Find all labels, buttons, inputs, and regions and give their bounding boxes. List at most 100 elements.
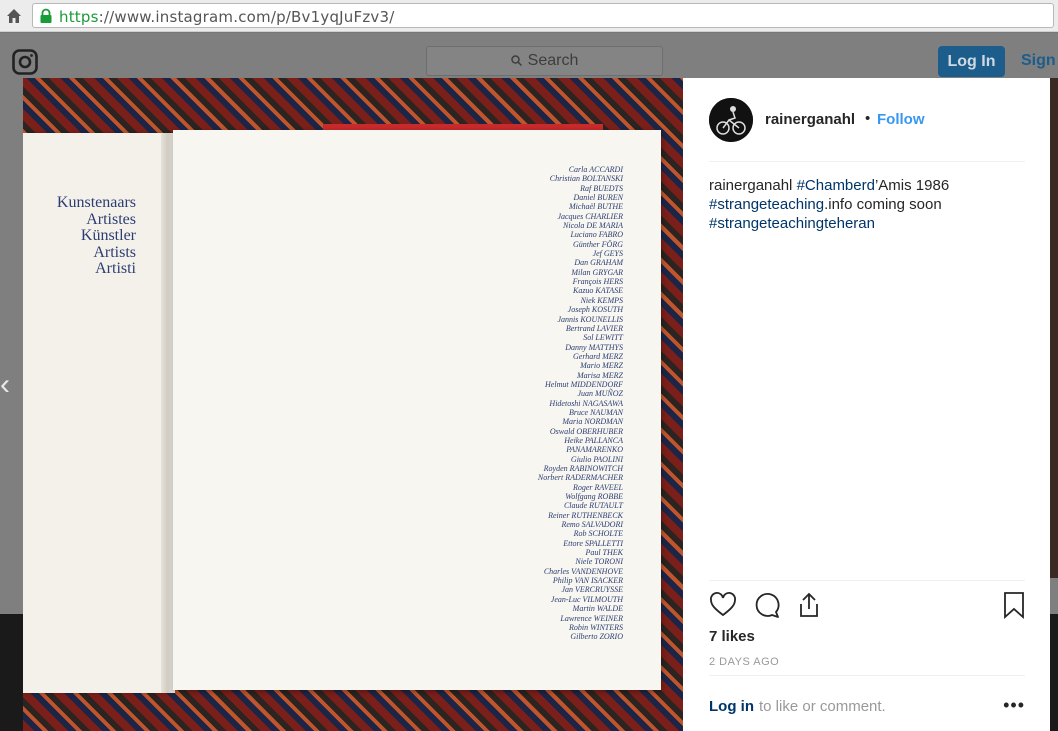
artist-name: Oswald OBERHUBER xyxy=(549,426,623,436)
follow-button[interactable]: Follow xyxy=(877,111,925,128)
artist-name: Niek KEMPS xyxy=(580,295,623,305)
artist-name: Sol LEWITT xyxy=(583,333,623,343)
artist-name: Jannis KOUNELLIS xyxy=(557,314,623,324)
artist-name: Lawrence WEINER xyxy=(560,613,623,623)
book-left-page: Kunstenaars Artistes Künstler Artists Ar… xyxy=(23,133,173,693)
artist-name: Wolfgang ROBBE xyxy=(565,492,623,502)
artist-name: Jef GEYS xyxy=(592,249,623,259)
artist-name: Reiner RUTHENBECK xyxy=(548,510,623,520)
artist-name: Joseph KOSUTH xyxy=(567,305,623,315)
artist-name: Christian BOLTANSKI xyxy=(549,174,623,184)
language-line: Artisti xyxy=(95,260,136,277)
more-options-icon[interactable]: ••• xyxy=(1003,695,1025,716)
artist-name: Norbert RADERMACHER xyxy=(537,473,623,483)
post-header: rainerganahl • Follow xyxy=(709,96,1025,162)
artist-list: Carla ACCARDI Christian BOLTANSKI Raf BUED… xyxy=(463,165,623,642)
login-prompt: Log in to like or comment. ••• xyxy=(709,675,1025,731)
login-prompt-text: to like or comment. xyxy=(759,698,886,715)
artist-name: Raf BUEDTS xyxy=(580,183,623,193)
artist-name: Daniel BUREN xyxy=(573,193,623,203)
search-icon xyxy=(510,55,522,66)
artist-name: Paul THEK xyxy=(585,548,623,558)
address-bar[interactable]: https://www.instagram.com/p/Bv1yqJuFzv3/ xyxy=(32,3,1054,28)
artist-name: Bruce NAUMAN xyxy=(569,407,623,417)
url-scheme: https xyxy=(59,8,99,26)
language-line: Künstler xyxy=(80,227,136,244)
artist-name: Royden RABINOWITCH xyxy=(543,464,623,473)
language-line: Artistes xyxy=(86,210,136,228)
hashtag-link[interactable]: #Chamberd xyxy=(797,177,875,194)
login-link[interactable]: Log in xyxy=(709,698,754,715)
artist-name: Philip VAN ISACKER xyxy=(552,576,623,586)
artist-name: Ettore SPALLETTI xyxy=(563,538,623,548)
artist-name: PANAMARENKO xyxy=(566,445,623,455)
home-icon[interactable] xyxy=(4,6,24,26)
artist-name: François HERS xyxy=(572,277,623,287)
url-text: https://www.instagram.com/p/Bv1yqJuFzv3/ xyxy=(59,8,394,26)
artist-name: Heike PALLANCA xyxy=(564,435,623,445)
separator-dot: • xyxy=(865,110,871,127)
artist-name: Juan MUÑOZ xyxy=(577,389,623,399)
language-line: Kunstenaars xyxy=(56,194,136,211)
artist-name: Helmut MIDDENDORF xyxy=(545,379,623,389)
hashtag-link[interactable]: #strangeteaching xyxy=(709,196,824,213)
browser-toolbar: https://www.instagram.com/p/Bv1yqJuFzv3/ xyxy=(0,0,1058,32)
hashtag-link[interactable]: #strangeteachingteheran xyxy=(709,215,875,232)
likes-count[interactable]: 7 likes xyxy=(709,628,755,645)
share-icon[interactable] xyxy=(795,591,823,619)
lock-icon xyxy=(40,8,52,23)
caption-text: ’Amis 1986 xyxy=(874,177,950,194)
artist-name: Carla ACCARDI xyxy=(568,165,623,174)
search-placeholder: Search xyxy=(527,52,579,69)
username-link[interactable]: rainerganahl xyxy=(765,111,855,128)
post-photo[interactable]: Kunstenaars Artistes Künstler Artists Ar… xyxy=(23,78,683,731)
artist-name: Jacques CHARLIER xyxy=(557,211,623,221)
cyclist-avatar-icon xyxy=(709,98,753,142)
url-path: ://www.instagram.com/p/Bv1yqJuFzv3/ xyxy=(98,8,395,26)
artist-name: Giulio PAOLINI xyxy=(570,454,623,464)
artist-name: Bertrand LAVIER xyxy=(565,323,623,333)
search-input[interactable]: Search xyxy=(426,46,663,76)
artist-name: Roger RAVEEL xyxy=(572,482,623,492)
artist-name: Michaël BUTHE xyxy=(569,202,623,212)
artist-name: Nicola DE MARIA xyxy=(563,221,623,231)
artist-name: Rob SCHOLTE xyxy=(573,529,623,539)
artist-name: Milan GRYGAR xyxy=(571,267,623,277)
language-line: Artists xyxy=(93,243,136,261)
login-button[interactable]: Log In xyxy=(938,46,1005,77)
artist-name: Claude RUTAULT xyxy=(563,501,623,511)
artist-name: Marisa MERZ xyxy=(577,370,623,380)
avatar[interactable] xyxy=(709,98,753,142)
artist-name: Jan VERCRUYSSE xyxy=(561,585,623,595)
post-caption: rainerganahl #Chamberd’Amis 1986 #strang… xyxy=(709,176,1025,233)
artist-name: Dan GRAHAM xyxy=(574,258,623,268)
instagram-logo-icon[interactable] xyxy=(12,49,38,75)
prev-arrow-icon[interactable]: ‹ xyxy=(0,370,20,400)
artist-name: Hidetoshi NAGASAWA xyxy=(549,398,623,408)
artist-name: Günther FÖRG xyxy=(573,239,623,249)
heart-icon[interactable] xyxy=(709,591,737,619)
artist-name: Luciano FABRO xyxy=(570,230,623,240)
caption-text: .info coming soon xyxy=(824,196,942,213)
artist-name: Charles VANDENHOVE xyxy=(543,566,623,576)
artist-name: Martin WALDE xyxy=(572,604,623,614)
artist-name: Mario MERZ xyxy=(580,361,623,371)
artist-name: Remo SALVADORI xyxy=(561,520,623,530)
post-date[interactable]: 2 DAYS AGO xyxy=(709,656,779,668)
next-post-peek xyxy=(1050,78,1058,578)
artist-name: Robin WINTERS xyxy=(569,622,623,632)
comment-icon[interactable] xyxy=(752,591,780,619)
artist-name: Gerhard MERZ xyxy=(573,351,623,361)
signup-link[interactable]: Sign xyxy=(1021,52,1056,70)
languages-heading: Kunstenaars Artistes Künstler Artists Ar… xyxy=(48,194,136,278)
artist-name: Kazuo KATASE xyxy=(572,286,623,296)
post-modal: Kunstenaars Artistes Künstler Artists Ar… xyxy=(23,78,1050,731)
artist-name: Gilberto ZORIO xyxy=(570,632,623,642)
post-sidebar: rainerganahl • Follow rainerganahl #Cham… xyxy=(683,78,1050,731)
artist-name: Jean-Luc VILMOUTH xyxy=(550,594,623,604)
action-bar xyxy=(709,580,1025,630)
artist-name: Danny MATTHYS xyxy=(565,342,623,352)
caption-username[interactable]: rainerganahl xyxy=(709,177,792,194)
bookmark-icon[interactable] xyxy=(1001,591,1029,619)
artist-name: Maria NORDMAN xyxy=(562,417,623,427)
